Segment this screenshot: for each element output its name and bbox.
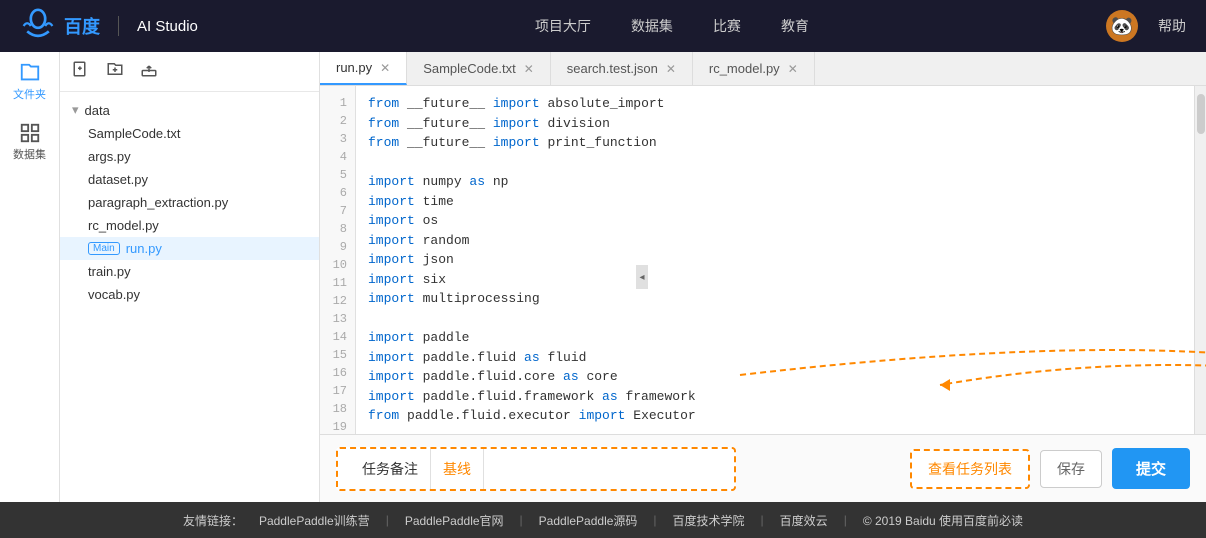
- brand-label: 百度: [64, 13, 100, 39]
- footer-link-paddlehome[interactable]: PaddlePaddle官网: [405, 512, 504, 529]
- scrollbar[interactable]: [1194, 86, 1206, 434]
- tab-runpy-label: run.py: [336, 60, 372, 75]
- editor-area: run.py ✕ SampleCode.txt ✕ search.test.js…: [320, 52, 1206, 502]
- file-train[interactable]: train.py: [60, 260, 319, 283]
- tab-searchtest-label: search.test.json: [567, 61, 658, 76]
- avatar[interactable]: 🐼: [1106, 10, 1138, 42]
- tab-rcmodel[interactable]: rc_model.py ✕: [693, 52, 815, 85]
- task-note-label: 任务备注: [362, 459, 418, 479]
- tab-rcmodel-label: rc_model.py: [709, 61, 780, 76]
- file-rcmodel[interactable]: rc_model.py: [60, 214, 319, 237]
- tab-samplecode[interactable]: SampleCode.txt ✕: [407, 52, 551, 85]
- footer-link-paddlecamp[interactable]: PaddlePaddle训练营: [259, 512, 370, 529]
- footer-copyright: © 2019 Baidu 使用百度前必读: [863, 512, 1023, 529]
- save-label: 保存: [1057, 461, 1085, 477]
- task-note-area: 任务备注 基线: [336, 447, 736, 491]
- sidebar-item-dataset[interactable]: 数据集: [10, 122, 50, 162]
- bottom-panel: 任务备注 基线 查看任务列表 保存 提交: [320, 434, 1206, 502]
- footer-link-paddlesrc[interactable]: PaddlePaddle源码: [539, 512, 638, 529]
- footer-link-baiduyun[interactable]: 百度效云: [780, 512, 828, 529]
- file-dataset[interactable]: dataset.py: [60, 168, 319, 191]
- sidebar-files-label: 文件夹: [13, 86, 46, 102]
- code-content: from __future__ import absolute_import f…: [356, 86, 1194, 434]
- tab-samplecode-close[interactable]: ✕: [524, 62, 534, 76]
- sidebar-dataset-label: 数据集: [13, 146, 46, 162]
- sidebar-item-files[interactable]: 文件夹: [10, 62, 50, 102]
- tab-bar: run.py ✕ SampleCode.txt ✕ search.test.js…: [320, 52, 1206, 86]
- code-editor[interactable]: 123456789101112131415161718192021222324 …: [320, 86, 1194, 434]
- nav-separator: [118, 16, 119, 36]
- file-explorer: ▾ data SampleCode.txt args.py dataset.py…: [60, 52, 320, 502]
- logo-area: 百度 AI Studio: [20, 8, 198, 44]
- main-badge: Main: [88, 242, 120, 255]
- nav-items: 项目大厅 数据集 比赛 教育: [238, 12, 1106, 40]
- nav-item-datasets[interactable]: 数据集: [631, 12, 673, 40]
- tab-runpy[interactable]: run.py ✕: [320, 52, 407, 85]
- code-panel: 123456789101112131415161718192021222324 …: [320, 86, 1206, 434]
- nav-item-projects[interactable]: 项目大厅: [535, 12, 591, 40]
- line-numbers: 123456789101112131415161718192021222324: [320, 86, 356, 434]
- baseline-tab[interactable]: 基线: [431, 449, 484, 489]
- tab-runpy-close[interactable]: ✕: [380, 61, 390, 75]
- scroll-thumb[interactable]: [1197, 94, 1205, 134]
- folder-data[interactable]: ▾ data: [60, 98, 319, 122]
- right-actions: 查看任务列表 保存 提交: [910, 448, 1190, 489]
- file-runpy[interactable]: Main run.py: [60, 237, 319, 260]
- baseline-label: 基线: [443, 459, 471, 479]
- file-samplecode[interactable]: SampleCode.txt: [60, 122, 319, 145]
- file-paragraph[interactable]: paragraph_extraction.py: [60, 191, 319, 214]
- footer-prefix: 友情链接：: [183, 512, 243, 529]
- tab-searchtest-close[interactable]: ✕: [666, 62, 676, 76]
- tab-samplecode-label: SampleCode.txt: [423, 61, 516, 76]
- nav-item-competition[interactable]: 比赛: [713, 12, 741, 40]
- view-task-label: 查看任务列表: [928, 461, 1012, 477]
- submit-button[interactable]: 提交: [1112, 448, 1190, 489]
- file-list: ▾ data SampleCode.txt args.py dataset.py…: [60, 92, 319, 502]
- studio-label: AI Studio: [137, 18, 198, 35]
- save-button[interactable]: 保存: [1040, 450, 1102, 488]
- task-note-input[interactable]: [484, 461, 722, 477]
- submit-label: 提交: [1136, 461, 1166, 478]
- file-toolbar: [60, 52, 319, 92]
- file-args[interactable]: args.py: [60, 145, 319, 168]
- nav-item-education[interactable]: 教育: [781, 12, 809, 40]
- file-vocab[interactable]: vocab.py: [60, 283, 319, 306]
- view-task-button[interactable]: 查看任务列表: [910, 449, 1030, 489]
- sidebar: 文件夹 数据集: [0, 52, 60, 502]
- upload-button[interactable]: [140, 60, 158, 83]
- top-nav: 百度 AI Studio 项目大厅 数据集 比赛 教育 🐼 帮助: [0, 0, 1206, 52]
- baidu-logo-icon: [20, 8, 56, 44]
- tab-rcmodel-close[interactable]: ✕: [788, 62, 798, 76]
- tab-searchtest[interactable]: search.test.json ✕: [551, 52, 693, 85]
- new-folder-button[interactable]: [106, 60, 124, 83]
- task-note-tab[interactable]: 任务备注: [350, 449, 431, 489]
- help-link[interactable]: 帮助: [1158, 16, 1186, 36]
- new-file-button[interactable]: [72, 60, 90, 83]
- footer-link-baidutech[interactable]: 百度技术学院: [673, 512, 745, 529]
- footer: 友情链接： PaddlePaddle训练营 | PaddlePaddle官网 |…: [0, 502, 1206, 538]
- nav-right: 🐼 帮助: [1106, 10, 1186, 42]
- main-area: 文件夹 数据集: [0, 52, 1206, 502]
- fold-arrow[interactable]: ◂: [636, 265, 648, 289]
